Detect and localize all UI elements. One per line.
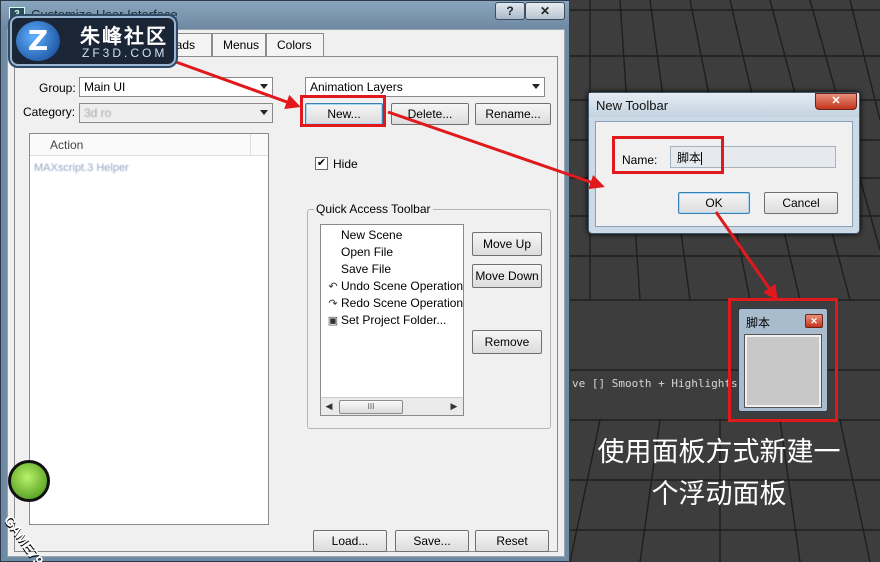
- category-dropdown-value: 3d ro: [84, 106, 112, 120]
- redo-icon: ↷: [328, 298, 338, 310]
- close-button[interactable]: ✕: [815, 93, 857, 110]
- toolbar-dropdown-value: Animation Layers: [310, 80, 403, 94]
- save-button[interactable]: Save...: [395, 530, 469, 552]
- list-item[interactable]: ▣ Set Project Folder...: [325, 313, 447, 330]
- note-line-2: 个浮动面板: [651, 479, 787, 510]
- group-label: Group:: [39, 81, 76, 95]
- scroll-thumb[interactable]: III: [339, 400, 403, 414]
- group-legend: Quick Access Toolbar: [314, 202, 433, 216]
- move-down-button[interactable]: Move Down: [472, 264, 542, 288]
- zf-logo-chinese: 朱峰社区: [80, 24, 168, 48]
- category-label: Category:: [23, 105, 76, 119]
- list-item[interactable]: ↶ Undo Scene Operation: [325, 279, 463, 296]
- annotation-note: 使用面板方式新建一 个浮动面板: [586, 432, 852, 516]
- hide-checkbox[interactable]: ✔: [315, 157, 328, 170]
- ok-button[interactable]: OK: [678, 192, 750, 214]
- hide-label: Hide: [333, 157, 358, 171]
- note-line-1: 使用面板方式新建一: [597, 437, 841, 468]
- dialog-title: New Toolbar: [596, 98, 669, 113]
- cancel-button[interactable]: Cancel: [764, 192, 838, 214]
- highlight-new-button: [300, 95, 386, 127]
- tab-menus[interactable]: Menus: [212, 33, 266, 57]
- load-button[interactable]: Load...: [313, 530, 387, 552]
- chevron-down-icon: [260, 84, 268, 89]
- highlight-name-field: [612, 136, 724, 174]
- toolbar-dropdown[interactable]: Animation Layers: [305, 77, 545, 97]
- close-button[interactable]: ✕: [525, 2, 565, 20]
- delete-button[interactable]: Delete...: [391, 103, 469, 125]
- action-column-header[interactable]: Action: [50, 138, 83, 152]
- reset-button[interactable]: Reset: [475, 530, 549, 552]
- chevron-down-icon: [260, 110, 268, 115]
- bug-mascot-icon: [8, 460, 50, 502]
- category-dropdown[interactable]: 3d ro: [79, 103, 273, 123]
- highlight-floating-toolbar: [728, 298, 838, 422]
- scroll-left-icon[interactable]: ◀: [324, 401, 334, 413]
- tab-colors[interactable]: Colors: [266, 33, 324, 57]
- list-item[interactable]: Open File: [325, 245, 393, 262]
- scroll-right-icon[interactable]: ▶: [449, 401, 459, 413]
- list-item[interactable]: Save File: [325, 262, 391, 279]
- chevron-down-icon: [532, 84, 540, 89]
- list-item[interactable]: MAXscript.3 Helper: [34, 162, 129, 174]
- zf-logo-english: ZF3D.COM: [82, 46, 168, 60]
- folder-icon: ▣: [327, 315, 339, 327]
- quick-access-toolbar-group: Quick Access Toolbar New Scene Open File…: [307, 202, 551, 429]
- zf-badge-icon: Z: [16, 21, 60, 61]
- quick-access-list[interactable]: New Scene Open File Save File ↶ Undo Scen…: [320, 224, 464, 416]
- title-bar[interactable]: New Toolbar ✕: [589, 93, 859, 117]
- game798-logo: GAME798: [0, 452, 120, 562]
- horizontal-scrollbar[interactable]: ◀ III ▶: [321, 397, 463, 415]
- action-list-header[interactable]: Action: [30, 134, 268, 156]
- game798-text: GAME798: [0, 512, 52, 562]
- list-item[interactable]: New Scene: [325, 228, 402, 245]
- group-dropdown-value: Main UI: [84, 80, 126, 94]
- group-dropdown[interactable]: Main UI: [79, 77, 273, 97]
- list-item[interactable]: ↷ Redo Scene Operation: [325, 296, 463, 313]
- column-divider: [250, 134, 251, 156]
- zf3d-logo: Z 朱峰社区 ZF3D.COM: [10, 16, 176, 66]
- remove-button[interactable]: Remove: [472, 330, 542, 354]
- help-button[interactable]: ?: [495, 2, 525, 20]
- move-up-button[interactable]: Move Up: [472, 232, 542, 256]
- undo-icon: ↶: [328, 281, 338, 293]
- viewport-label[interactable]: ve [] Smooth + Highlights ]: [572, 377, 751, 390]
- rename-button[interactable]: Rename...: [475, 103, 551, 125]
